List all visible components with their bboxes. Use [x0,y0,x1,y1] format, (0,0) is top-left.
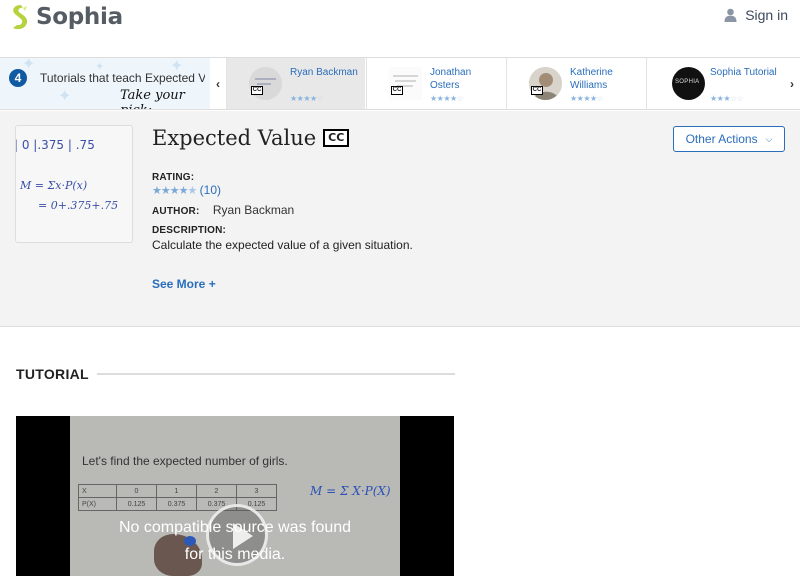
table-cell: X [78,484,117,498]
title-row: Expected Value CC [152,126,350,150]
tutorial-rating-stars: ★★★★☆ [430,94,464,103]
take-your-pick-text: Take your pick: [120,88,185,109]
sophia-logo-icon [13,5,28,30]
tutorial-main-thumbnail: | 0 |.375 | .75 M = Σx·P(x) = 0+.375+.75 [16,126,132,242]
cc-icon: CC [391,86,403,95]
strip-intro-text: Tutorials that teach Expected Value [40,71,205,85]
tutorial-thumbnail [389,67,422,100]
thumb-line: M = Σx·P(x) [20,179,88,192]
table-cell: 1 [156,484,197,498]
tutorial-info-panel: | 0 |.375 | .75 M = Σx·P(x) = 0+.375+.75… [0,111,800,327]
logo-text: Sophia [36,4,123,30]
sign-in-link[interactable]: Sign in [724,7,788,23]
tutorial-rating-stars: ★★★★☆ [570,94,604,103]
sophia-thumb-text: SOPHIA [675,79,700,85]
cc-icon: CC [531,86,543,95]
tutorial-author: Sophia Tutorial [710,67,777,78]
thumb-portrait-icon [529,67,562,100]
tutorial-author: Katherine Williams [570,67,613,91]
table-cell: 2 [196,484,237,498]
other-actions-button[interactable]: Other Actions ⌵ [673,126,785,152]
strip-prev-arrow-icon[interactable]: ‹ [210,58,226,109]
thumb-document-icon [389,67,422,100]
top-bar: Sophia Sign in [0,0,800,56]
page-title: Expected Value [152,126,317,150]
video-formula: M = Σ X·P(X) [310,484,391,498]
video-player[interactable]: Let's find the expected number of girls.… [16,416,454,576]
thumb-line: = 0+.375+.75 [38,199,119,212]
no-media-line: for this media. [184,546,286,563]
author-label: AUTHOR: [152,206,200,217]
description-text: Calculate the expected value of a given … [152,238,413,252]
table-cell: 0.375 [156,497,197,511]
sign-in-label: Sign in [745,7,788,23]
tutorial-strip: ✦ ✦ ✦ ✦ 4 Tutorials that teach Expected … [0,57,800,110]
section-divider [96,373,455,375]
tutorial-author: Jonathan Osters [430,67,472,91]
table-cell: 3 [236,484,277,498]
other-actions-label: Other Actions [685,132,758,146]
strip-next-arrow-icon[interactable]: › [784,58,800,109]
tutorial-rating-stars: ★★★☆☆ [710,94,744,103]
sophia-logo[interactable]: Sophia [9,3,123,31]
cc-icon: CC [323,129,350,147]
no-media-line: No compatible source was found [118,519,352,536]
tutorial-card[interactable]: SOPHIA Sophia Tutorial ★★★☆☆ [646,58,784,109]
tutorial-card[interactable]: CC Katherine Williams ★★★★☆ [506,58,645,109]
tutorial-card[interactable]: CC Ryan Backman ★★★★☆ [226,58,365,109]
rating-row[interactable]: ★★★★★ (10) [152,183,221,197]
see-more-link[interactable]: See More + [152,277,216,291]
video-paper-text: Let's find the expected number of girls. [82,454,288,468]
tutorial-count-badge: 4 [9,69,27,87]
description-label: DESCRIPTION: [152,225,227,236]
rating-count: (10) [199,183,222,197]
author-name: Ryan Backman [212,203,295,217]
tutorial-author: Ryan Backman [290,67,358,78]
table-cell: 0.125 [116,497,157,511]
section-header: TUTORIAL [16,366,455,382]
thumb-line: | 0 |.375 | .75 [16,138,95,152]
author-row: AUTHOR: Ryan Backman [152,203,294,217]
tutorial-card[interactable]: CC Jonathan Osters ★★★★☆ [366,58,505,109]
table-cell: P(X) [78,497,117,511]
rating-label: RATING: [152,172,195,183]
cc-icon: CC [251,86,263,95]
tutorial-thumbnail: SOPHIA [672,67,705,100]
tutorial-thumbnail [529,67,562,100]
section-title: TUTORIAL [16,366,89,382]
table-cell: 0 [116,484,157,498]
no-media-message: No compatible source was found for this … [16,514,454,568]
tutorial-rating-stars: ★★★★☆ [290,94,324,103]
user-icon [724,8,737,22]
tutorial-thumbnail [249,67,282,100]
chevron-down-icon: ⌵ [765,133,773,144]
rating-stars: ★★★★★ [152,185,197,197]
thumb-whiteboard-icon [249,67,282,100]
decor-star-icon: ✦ [58,88,72,105]
strip-intro: ✦ ✦ ✦ ✦ 4 Tutorials that teach Expected … [0,58,210,109]
